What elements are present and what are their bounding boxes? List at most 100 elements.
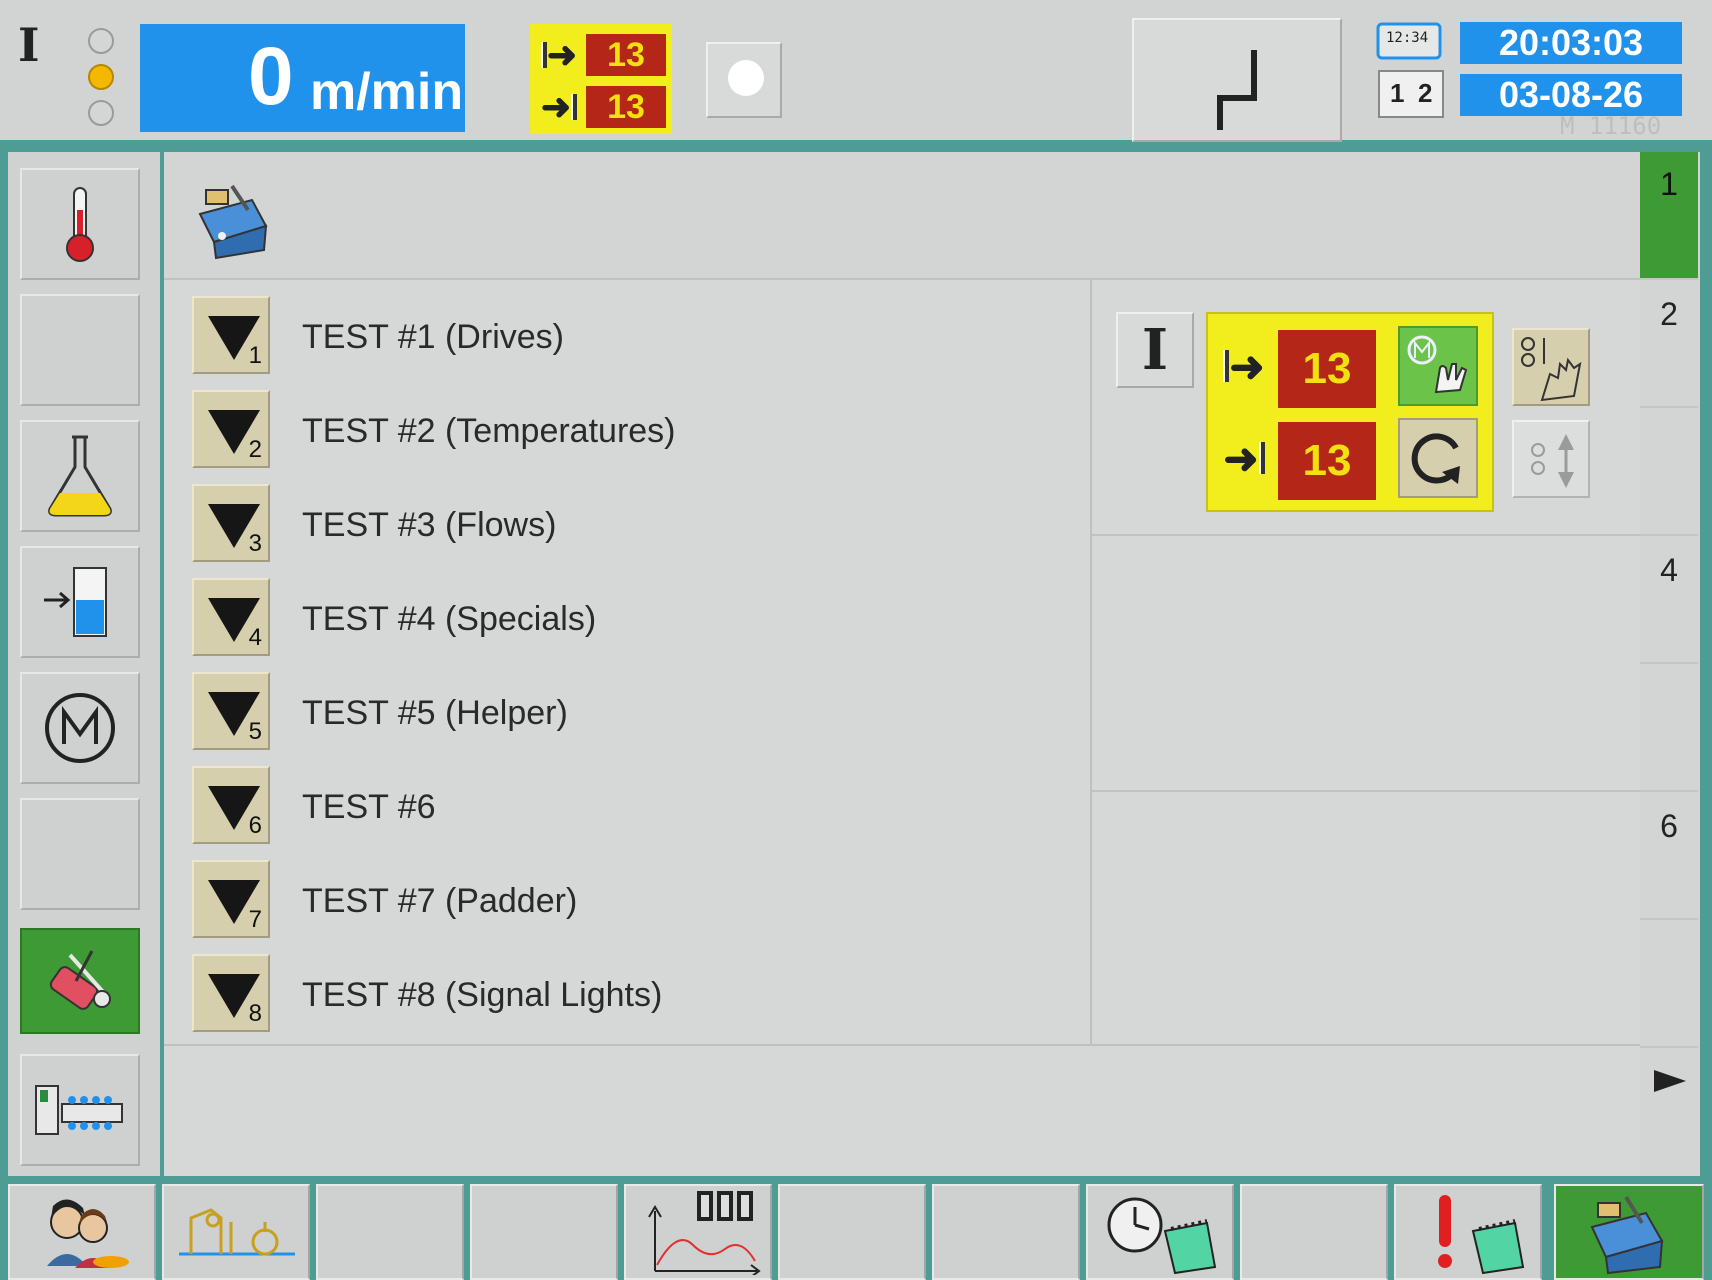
signal-lamp-top [88, 28, 114, 54]
alarm-log-button[interactable] [1394, 1184, 1542, 1280]
speed-value: 0 [248, 31, 294, 122]
list-item[interactable]: 5 TEST #5 (Helper) [192, 672, 1082, 758]
panel-counter-top: 13 [1278, 330, 1376, 408]
bottom-empty-button-1[interactable] [316, 1184, 464, 1280]
next-page-button[interactable] [1650, 1066, 1690, 1096]
page-tab-2[interactable]: 2 [1640, 282, 1698, 408]
rotate-icon [1411, 433, 1460, 484]
test-label: TEST #3 (Flows) [302, 506, 557, 544]
bottom-empty-button-2[interactable] [470, 1184, 618, 1280]
sidebar-item-tank-level[interactable] [20, 546, 140, 658]
page-tab-3[interactable] [1640, 410, 1698, 536]
control-panel-empty-row [1092, 536, 1640, 792]
operators-button[interactable] [8, 1184, 156, 1280]
test-2-button[interactable]: 2 [192, 390, 270, 468]
hand-adjust-icon [1521, 337, 1582, 402]
clock-notepad-icon [1107, 1197, 1217, 1275]
operating-mode-indicator: I [18, 18, 40, 72]
sidebar-item-empty-2[interactable] [20, 798, 140, 910]
test-label: TEST #1 (Drives) [302, 318, 564, 356]
sidebar-item-machine-layout[interactable] [20, 1054, 140, 1166]
updown-adjust-icon [1531, 434, 1574, 488]
play-arrow-icon [1654, 1070, 1686, 1092]
test-number: 6 [248, 812, 262, 839]
signal-lamp-middle [88, 64, 114, 90]
trend-chart-icon [648, 1191, 761, 1275]
page-tab-4[interactable]: 4 [1640, 538, 1698, 664]
machine-setup-button[interactable] [162, 1184, 310, 1280]
time-display: 20:03:03 [1460, 22, 1682, 64]
test-1-button[interactable]: 1 [192, 296, 270, 374]
page-tab-7[interactable] [1640, 922, 1698, 1048]
arrow-to-bar-icon: ➜ [536, 86, 582, 127]
list-item[interactable]: 3 TEST #3 (Flows) [192, 484, 1082, 570]
machine-id: M 11160 [1560, 112, 1662, 140]
arrow-to-bar-icon: ➜ [1218, 434, 1270, 482]
test-label: TEST #7 (Padder) [302, 882, 578, 920]
arrow-from-bar-icon: ➜ [536, 34, 582, 75]
test-number: 8 [248, 1000, 262, 1027]
panel-counter-bottom: 13 [1278, 422, 1376, 500]
sidebar-item-service-tools[interactable] [20, 928, 140, 1034]
counter-bottom-value: 13 [586, 86, 666, 128]
page-tab-6[interactable]: 6 [1640, 794, 1698, 920]
machine-setup-icon [179, 1208, 295, 1256]
list-bottom-divider [164, 1044, 1640, 1046]
list-item[interactable]: 2 TEST #2 (Temperatures) [192, 390, 1082, 476]
test-number: 4 [248, 624, 262, 651]
reset-button[interactable] [1398, 418, 1478, 498]
test-number: 5 [248, 718, 262, 745]
test-8-button[interactable]: 8 [192, 954, 270, 1032]
machine-layout-icon [35, 1085, 123, 1135]
test-4-button[interactable]: 4 [192, 578, 270, 656]
list-item[interactable]: 6 TEST #6 [192, 766, 1082, 852]
page-tab-1[interactable]: 1 [1640, 152, 1698, 280]
list-item[interactable]: 4 TEST #4 (Specials) [192, 578, 1082, 664]
counter-top-value: 13 [586, 34, 666, 76]
record-dot-icon [728, 60, 764, 96]
bottom-empty-button-5[interactable] [1240, 1184, 1388, 1280]
manual-adjust-button[interactable] [1512, 328, 1590, 406]
speed-display: 0 m/min [140, 24, 465, 132]
tank-level-icon [44, 567, 107, 637]
signal-lamp-bottom [88, 100, 114, 126]
bottom-empty-button-3[interactable] [778, 1184, 926, 1280]
test-5-button[interactable]: 5 [192, 672, 270, 750]
panel-mode-indicator: I [1116, 312, 1194, 388]
sidebar-item-empty-1[interactable] [20, 294, 140, 406]
record-button[interactable] [706, 42, 782, 118]
test-list: 1 TEST #1 (Drives) 2 TEST #2 (Temperatur… [164, 280, 1090, 1044]
bottom-empty-button-4[interactable] [932, 1184, 1080, 1280]
list-item[interactable]: 7 TEST #7 (Padder) [192, 860, 1082, 946]
test-number: 1 [248, 342, 262, 369]
event-log-button[interactable] [1086, 1184, 1234, 1280]
toolbox-icon [1590, 1195, 1664, 1275]
motor-icon [45, 693, 115, 763]
test-label: TEST #8 (Signal Lights) [302, 976, 663, 1014]
trend-chart-button[interactable] [624, 1184, 772, 1280]
manual-hand-icon [1407, 335, 1468, 394]
test-number: 3 [248, 530, 262, 557]
toolbox-icon [198, 184, 268, 260]
test-label: TEST #6 [302, 788, 436, 826]
test-3-button[interactable]: 3 [192, 484, 270, 562]
calendar-icon-text-2: 2 [1418, 78, 1433, 108]
test-7-button[interactable]: 7 [192, 860, 270, 938]
service-button[interactable] [1554, 1184, 1704, 1280]
sidebar-item-temperature[interactable] [20, 168, 140, 280]
counter-display: ➜ 13 ➜ 13 [530, 24, 672, 134]
test-6-button[interactable]: 6 [192, 766, 270, 844]
calendar-icon-text-1: 1 [1390, 78, 1405, 108]
page-tab-5[interactable] [1640, 666, 1698, 792]
test-number: 7 [248, 906, 262, 933]
calendar-icon: 1 2 [1378, 70, 1444, 118]
sidebar-item-chemicals[interactable] [20, 420, 140, 532]
speed-unit: m/min [310, 63, 464, 121]
panel-counter-block: ➜ 13 ➜ 13 [1206, 312, 1494, 512]
list-item[interactable]: 1 TEST #1 (Drives) [192, 296, 1082, 382]
date-display: 03-08-26 [1460, 74, 1682, 116]
list-item[interactable]: 8 TEST #8 (Signal Lights) [192, 954, 1082, 1040]
sidebar-item-motor[interactable] [20, 672, 140, 784]
manual-motor-button[interactable] [1398, 326, 1478, 406]
adjust-updown-button[interactable] [1512, 420, 1590, 498]
